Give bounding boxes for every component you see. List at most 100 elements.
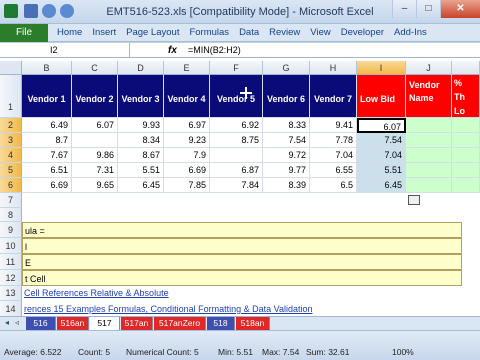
- data-cell[interactable]: 6.5: [310, 178, 357, 193]
- minimize-button[interactable]: –: [392, 0, 416, 18]
- close-button[interactable]: ✕: [440, 0, 480, 18]
- zoom-level[interactable]: 100%: [392, 347, 414, 357]
- sheet-tab-517[interactable]: 517: [90, 317, 120, 330]
- data-cell[interactable]: 8.34: [118, 133, 164, 148]
- file-tab[interactable]: File: [0, 24, 48, 42]
- tab-home[interactable]: Home: [52, 24, 87, 42]
- percent-cell[interactable]: [452, 178, 480, 193]
- data-cell[interactable]: 8.39: [263, 178, 310, 193]
- tab-data[interactable]: Data: [234, 24, 264, 42]
- tab-review[interactable]: Review: [264, 24, 305, 42]
- data-cell[interactable]: 9.86: [72, 148, 118, 163]
- data-cell[interactable]: 6.69: [22, 178, 72, 193]
- row-header-7[interactable]: 7: [0, 193, 22, 208]
- row-header-14[interactable]: 14: [0, 301, 22, 316]
- column-header-j[interactable]: J: [406, 61, 452, 75]
- data-cell[interactable]: 9.23: [164, 133, 210, 148]
- row-header-11[interactable]: 11: [0, 254, 22, 270]
- low-bid-cell[interactable]: 6.45: [357, 178, 406, 193]
- row-header-1[interactable]: 1: [0, 75, 22, 118]
- row-header-4[interactable]: 4: [0, 148, 22, 163]
- low-bid-cell[interactable]: 7.54: [357, 133, 406, 148]
- percent-cell[interactable]: [452, 133, 480, 148]
- data-cell[interactable]: 6.45: [118, 178, 164, 193]
- data-cell[interactable]: 7.9: [164, 148, 210, 163]
- hyperlink-cell[interactable]: Cell References Relative & Absolute: [22, 286, 462, 301]
- row-header-2[interactable]: 2: [0, 118, 22, 133]
- sheet-tab-517anzero[interactable]: 517anZero: [154, 317, 206, 330]
- data-cell[interactable]: 6.87: [210, 163, 263, 178]
- data-cell[interactable]: 8.75: [210, 133, 263, 148]
- data-cell[interactable]: 8.33: [263, 118, 310, 133]
- select-all-corner[interactable]: [0, 61, 22, 75]
- percent-cell[interactable]: [452, 148, 480, 163]
- data-cell[interactable]: 5.51: [118, 163, 164, 178]
- column-header-d[interactable]: D: [118, 61, 164, 75]
- prev-sheet-icon[interactable]: ◃: [12, 318, 22, 330]
- vendor-name-cell[interactable]: [406, 133, 452, 148]
- column-header-i[interactable]: I: [357, 61, 406, 75]
- column-header-c[interactable]: C: [72, 61, 118, 75]
- data-cell[interactable]: 7.85: [164, 178, 210, 193]
- data-cell[interactable]: 6.69: [164, 163, 210, 178]
- percent-cell[interactable]: [452, 118, 480, 133]
- data-cell[interactable]: 9.77: [263, 163, 310, 178]
- row-header-3[interactable]: 3: [0, 133, 22, 148]
- note-cell[interactable]: t Cell: [22, 270, 462, 286]
- hyperlink-cell[interactable]: rences 15 Examples Formulas, Conditional…: [22, 301, 462, 316]
- sheet-tab-516an[interactable]: 516an: [57, 317, 89, 330]
- data-cell[interactable]: 7.78: [310, 133, 357, 148]
- data-cell[interactable]: [72, 133, 118, 148]
- vendor-name-cell[interactable]: [406, 118, 452, 133]
- data-cell[interactable]: 8.7: [22, 133, 72, 148]
- data-cell[interactable]: 6.07: [72, 118, 118, 133]
- sheet-tab-518an[interactable]: 518an: [236, 317, 270, 330]
- vendor-name-cell[interactable]: [406, 148, 452, 163]
- tab-insert[interactable]: Insert: [87, 24, 121, 42]
- vendor-name-cell[interactable]: [406, 178, 452, 193]
- data-cell[interactable]: 7.04: [310, 148, 357, 163]
- data-cell[interactable]: 6.97: [164, 118, 210, 133]
- sheet-tab-518[interactable]: 518: [207, 317, 235, 330]
- data-cell[interactable]: 9.41: [310, 118, 357, 133]
- note-cell[interactable]: l: [22, 238, 462, 254]
- row-header-10[interactable]: 10: [0, 238, 22, 254]
- formula-input[interactable]: =MIN(B2:H2): [188, 43, 241, 58]
- data-cell[interactable]: 7.67: [22, 148, 72, 163]
- column-header-e[interactable]: E: [164, 61, 210, 75]
- vendor-name-cell[interactable]: [406, 163, 452, 178]
- tab-developer[interactable]: Developer: [336, 24, 389, 42]
- percent-cell[interactable]: [452, 163, 480, 178]
- maximize-button[interactable]: □: [416, 0, 440, 18]
- note-cell[interactable]: E: [22, 254, 462, 270]
- data-cell[interactable]: 6.49: [22, 118, 72, 133]
- data-cell[interactable]: 9.72: [263, 148, 310, 163]
- row-header-6[interactable]: 6: [0, 178, 22, 193]
- paste-options-icon[interactable]: [408, 195, 420, 205]
- data-cell[interactable]: 6.92: [210, 118, 263, 133]
- column-header-h[interactable]: H: [310, 61, 357, 75]
- data-cell[interactable]: 7.54: [263, 133, 310, 148]
- data-cell[interactable]: 6.55: [310, 163, 357, 178]
- data-cell[interactable]: 6.51: [22, 163, 72, 178]
- low-bid-cell[interactable]: 5.51: [357, 163, 406, 178]
- row-header-5[interactable]: 5: [0, 163, 22, 178]
- low-bid-cell[interactable]: 7.04: [357, 148, 406, 163]
- low-bid-cell[interactable]: 6.07: [357, 118, 406, 133]
- column-header-k[interactable]: [452, 61, 480, 75]
- sheet-tab-517an[interactable]: 517an: [121, 317, 153, 330]
- tab-view[interactable]: View: [305, 24, 335, 42]
- tab-page-layout[interactable]: Page Layout: [121, 24, 184, 42]
- tab-add-ins[interactable]: Add-Ins: [389, 24, 432, 42]
- row-header-13[interactable]: 13: [0, 286, 22, 301]
- sheet-tab-516[interactable]: 516: [26, 317, 56, 330]
- row-header-8[interactable]: 8: [0, 208, 22, 222]
- data-cell[interactable]: 7.31: [72, 163, 118, 178]
- row-header-12[interactable]: 12: [0, 270, 22, 286]
- data-cell[interactable]: 7.84: [210, 178, 263, 193]
- data-cell[interactable]: 9.93: [118, 118, 164, 133]
- column-header-f[interactable]: F: [210, 61, 263, 75]
- data-cell[interactable]: 8.67: [118, 148, 164, 163]
- data-cell[interactable]: [210, 148, 263, 163]
- column-header-b[interactable]: B: [22, 61, 72, 75]
